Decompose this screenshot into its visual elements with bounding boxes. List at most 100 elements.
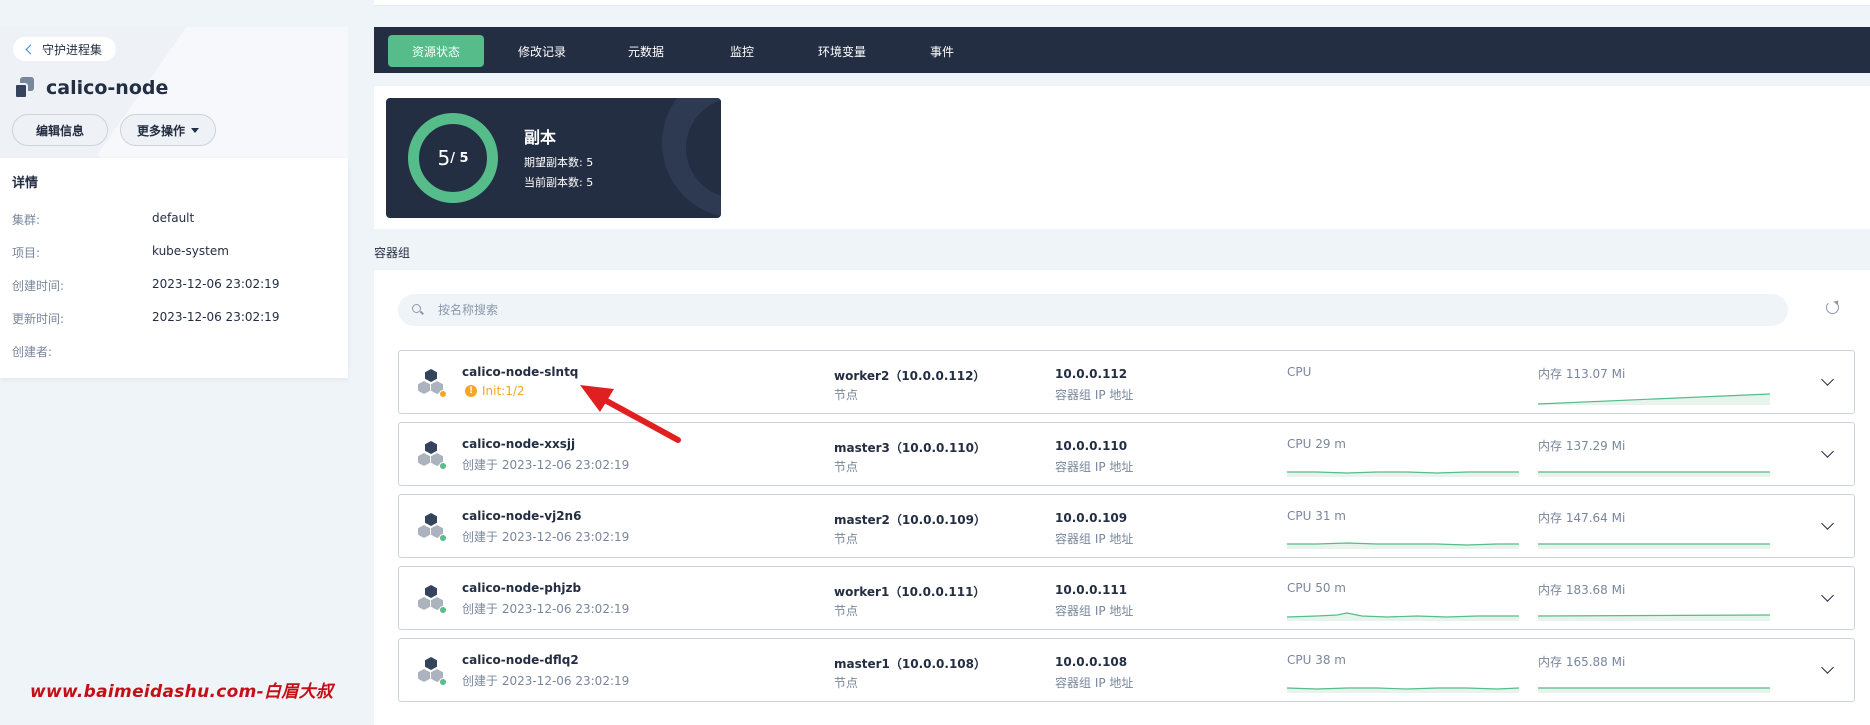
daemonset-icon [14,77,36,99]
cpu-sparkline [1287,687,1519,693]
pod-cpu: CPU 29 m [1287,437,1346,451]
pod-created: 创建于 2023-12-06 23:02:19 [462,530,630,544]
tab-monitoring[interactable]: 监控 [710,35,774,67]
expand-chevron-icon[interactable] [1821,589,1834,602]
pod-created: 创建于 2023-12-06 23:02:19 [462,674,630,688]
pod-name[interactable]: calico-node-slntq [462,365,578,379]
pod-node[interactable]: master3（10.0.0.110） [834,439,986,456]
pod-status: ! Init:1/2 [465,384,525,398]
replica-current-line: 当前副本数: 5 [524,176,594,189]
search-input[interactable] [438,294,1738,326]
detail-value-updated: 2023-12-06 23:02:19 [152,310,280,324]
detail-label-created: 创建时间: [12,279,65,293]
cpu-sparkline [1287,542,1519,549]
detail-label-project: 项目: [12,246,41,260]
detail-label-updated: 更新时间: [12,312,65,326]
pod-icon [417,585,447,615]
pods-section-label: 容器组 [374,246,411,260]
search-bar [398,294,1788,326]
pod-status-dot [439,606,447,614]
caret-down-icon [191,127,199,133]
pod-icon [417,441,447,471]
expand-chevron-icon[interactable] [1821,517,1834,530]
back-button[interactable]: 守护进程集 [13,37,117,61]
pod-node-label: 节点 [834,460,859,474]
pod-ip-label: 容器组 IP 地址 [1055,532,1134,546]
details-card: 详情 集群: default 项目: kube-system 创建时间: 202… [0,158,348,378]
replica-title: 副本 [524,128,557,147]
expand-chevron-icon[interactable] [1821,661,1834,674]
memory-sparkline [1538,471,1770,477]
pod-node[interactable]: master1（10.0.0.108） [834,655,986,672]
pod-ip: 10.0.0.109 [1055,511,1128,525]
pod-row[interactable]: calico-node-phjzb 创建于 2023-12-06 23:02:1… [398,566,1855,630]
pod-status-dot [439,534,447,542]
pods-panel: calico-node-slntq ! Init:1/2 worker2（10.0… [374,270,1870,725]
pod-ip: 10.0.0.111 [1055,583,1128,597]
pod-node[interactable]: worker1（10.0.0.111） [834,583,985,600]
pod-memory: 内存 165.88 Mi [1538,655,1626,669]
pod-name[interactable]: calico-node-dflq2 [462,653,579,667]
replica-section: 5 / 5 副本 期望副本数: 5 当前副本数: 5 [374,86,1870,229]
pod-ip-label: 容器组 IP 地址 [1055,460,1134,474]
pod-ip: 10.0.0.110 [1055,439,1128,453]
pod-node-label: 节点 [834,388,859,402]
detail-value-created: 2023-12-06 23:02:19 [152,277,280,291]
cpu-sparkline [1287,471,1519,477]
pod-created: 创建于 2023-12-06 23:02:19 [462,602,630,616]
pod-node-label: 节点 [834,604,859,618]
pod-name[interactable]: calico-node-vj2n6 [462,509,581,523]
search-icon [412,304,421,313]
title-row: calico-node [14,77,168,99]
pod-row[interactable]: calico-node-xxsjj 创建于 2023-12-06 23:02:1… [398,422,1855,486]
page-title: calico-node [46,77,169,99]
tab-env-variables[interactable]: 环境变量 [794,35,890,67]
pod-node[interactable]: master2（10.0.0.109） [834,511,986,528]
pod-row[interactable]: calico-node-vj2n6 创建于 2023-12-06 23:02:1… [398,494,1855,558]
expand-chevron-icon[interactable] [1821,373,1834,386]
pod-ip-label: 容器组 IP 地址 [1055,604,1134,618]
pod-created: 创建于 2023-12-06 23:02:19 [462,458,630,472]
pod-status-text: Init:1/2 [482,384,525,398]
tab-metadata[interactable]: 元数据 [604,35,688,67]
replica-card: 5 / 5 副本 期望副本数: 5 当前副本数: 5 [386,98,721,218]
back-label: 守护进程集 [42,42,103,57]
memory-sparkline [1538,543,1770,549]
pod-row[interactable]: calico-node-dflq2 创建于 2023-12-06 23:02:1… [398,638,1855,702]
pod-status-dot [439,678,447,686]
pod-row[interactable]: calico-node-slntq ! Init:1/2 worker2（10.0… [398,350,1855,414]
pod-memory: 内存 183.68 Mi [1538,583,1626,597]
edit-info-button[interactable]: 编辑信息 [12,114,108,146]
tab-revision-records[interactable]: 修改记录 [494,35,590,67]
detail-label-cluster: 集群: [12,213,41,227]
expand-chevron-icon[interactable] [1821,445,1834,458]
pod-status-dot [439,462,447,470]
pod-ip: 10.0.0.108 [1055,655,1128,669]
pod-icon [417,369,447,399]
memory-sparkline [1538,614,1770,621]
pod-ip: 10.0.0.112 [1055,367,1128,381]
memory-sparkline [1538,393,1770,405]
tab-resource-status[interactable]: 资源状态 [388,35,484,67]
refresh-icon[interactable] [1826,301,1839,314]
pod-node-label: 节点 [834,676,859,690]
pod-ip-label: 容器组 IP 地址 [1055,388,1134,402]
detail-value-cluster: default [152,211,195,225]
more-actions-button[interactable]: 更多操作 [120,114,216,146]
pod-name[interactable]: calico-node-phjzb [462,581,581,595]
pod-name[interactable]: calico-node-xxsjj [462,437,575,451]
details-heading: 详情 [12,176,39,191]
chevron-left-icon [25,44,36,54]
pod-status-dot [439,390,447,398]
tab-events[interactable]: 事件 [910,35,974,67]
tab-bar: 资源状态 修改记录 元数据 监控 环境变量 事件 [374,27,1870,73]
replica-desired: / 5 [450,150,469,166]
pod-memory: 内存 137.29 Mi [1538,439,1626,453]
pod-cpu: CPU 38 m [1287,653,1346,667]
pod-node[interactable]: worker2（10.0.0.112） [834,367,985,384]
memory-sparkline [1538,687,1770,693]
replica-desired-line: 期望副本数: 5 [524,156,594,169]
pod-memory: 内存 147.64 Mi [1538,511,1626,525]
pod-icon [417,657,447,687]
replica-current: 5 [437,146,451,170]
